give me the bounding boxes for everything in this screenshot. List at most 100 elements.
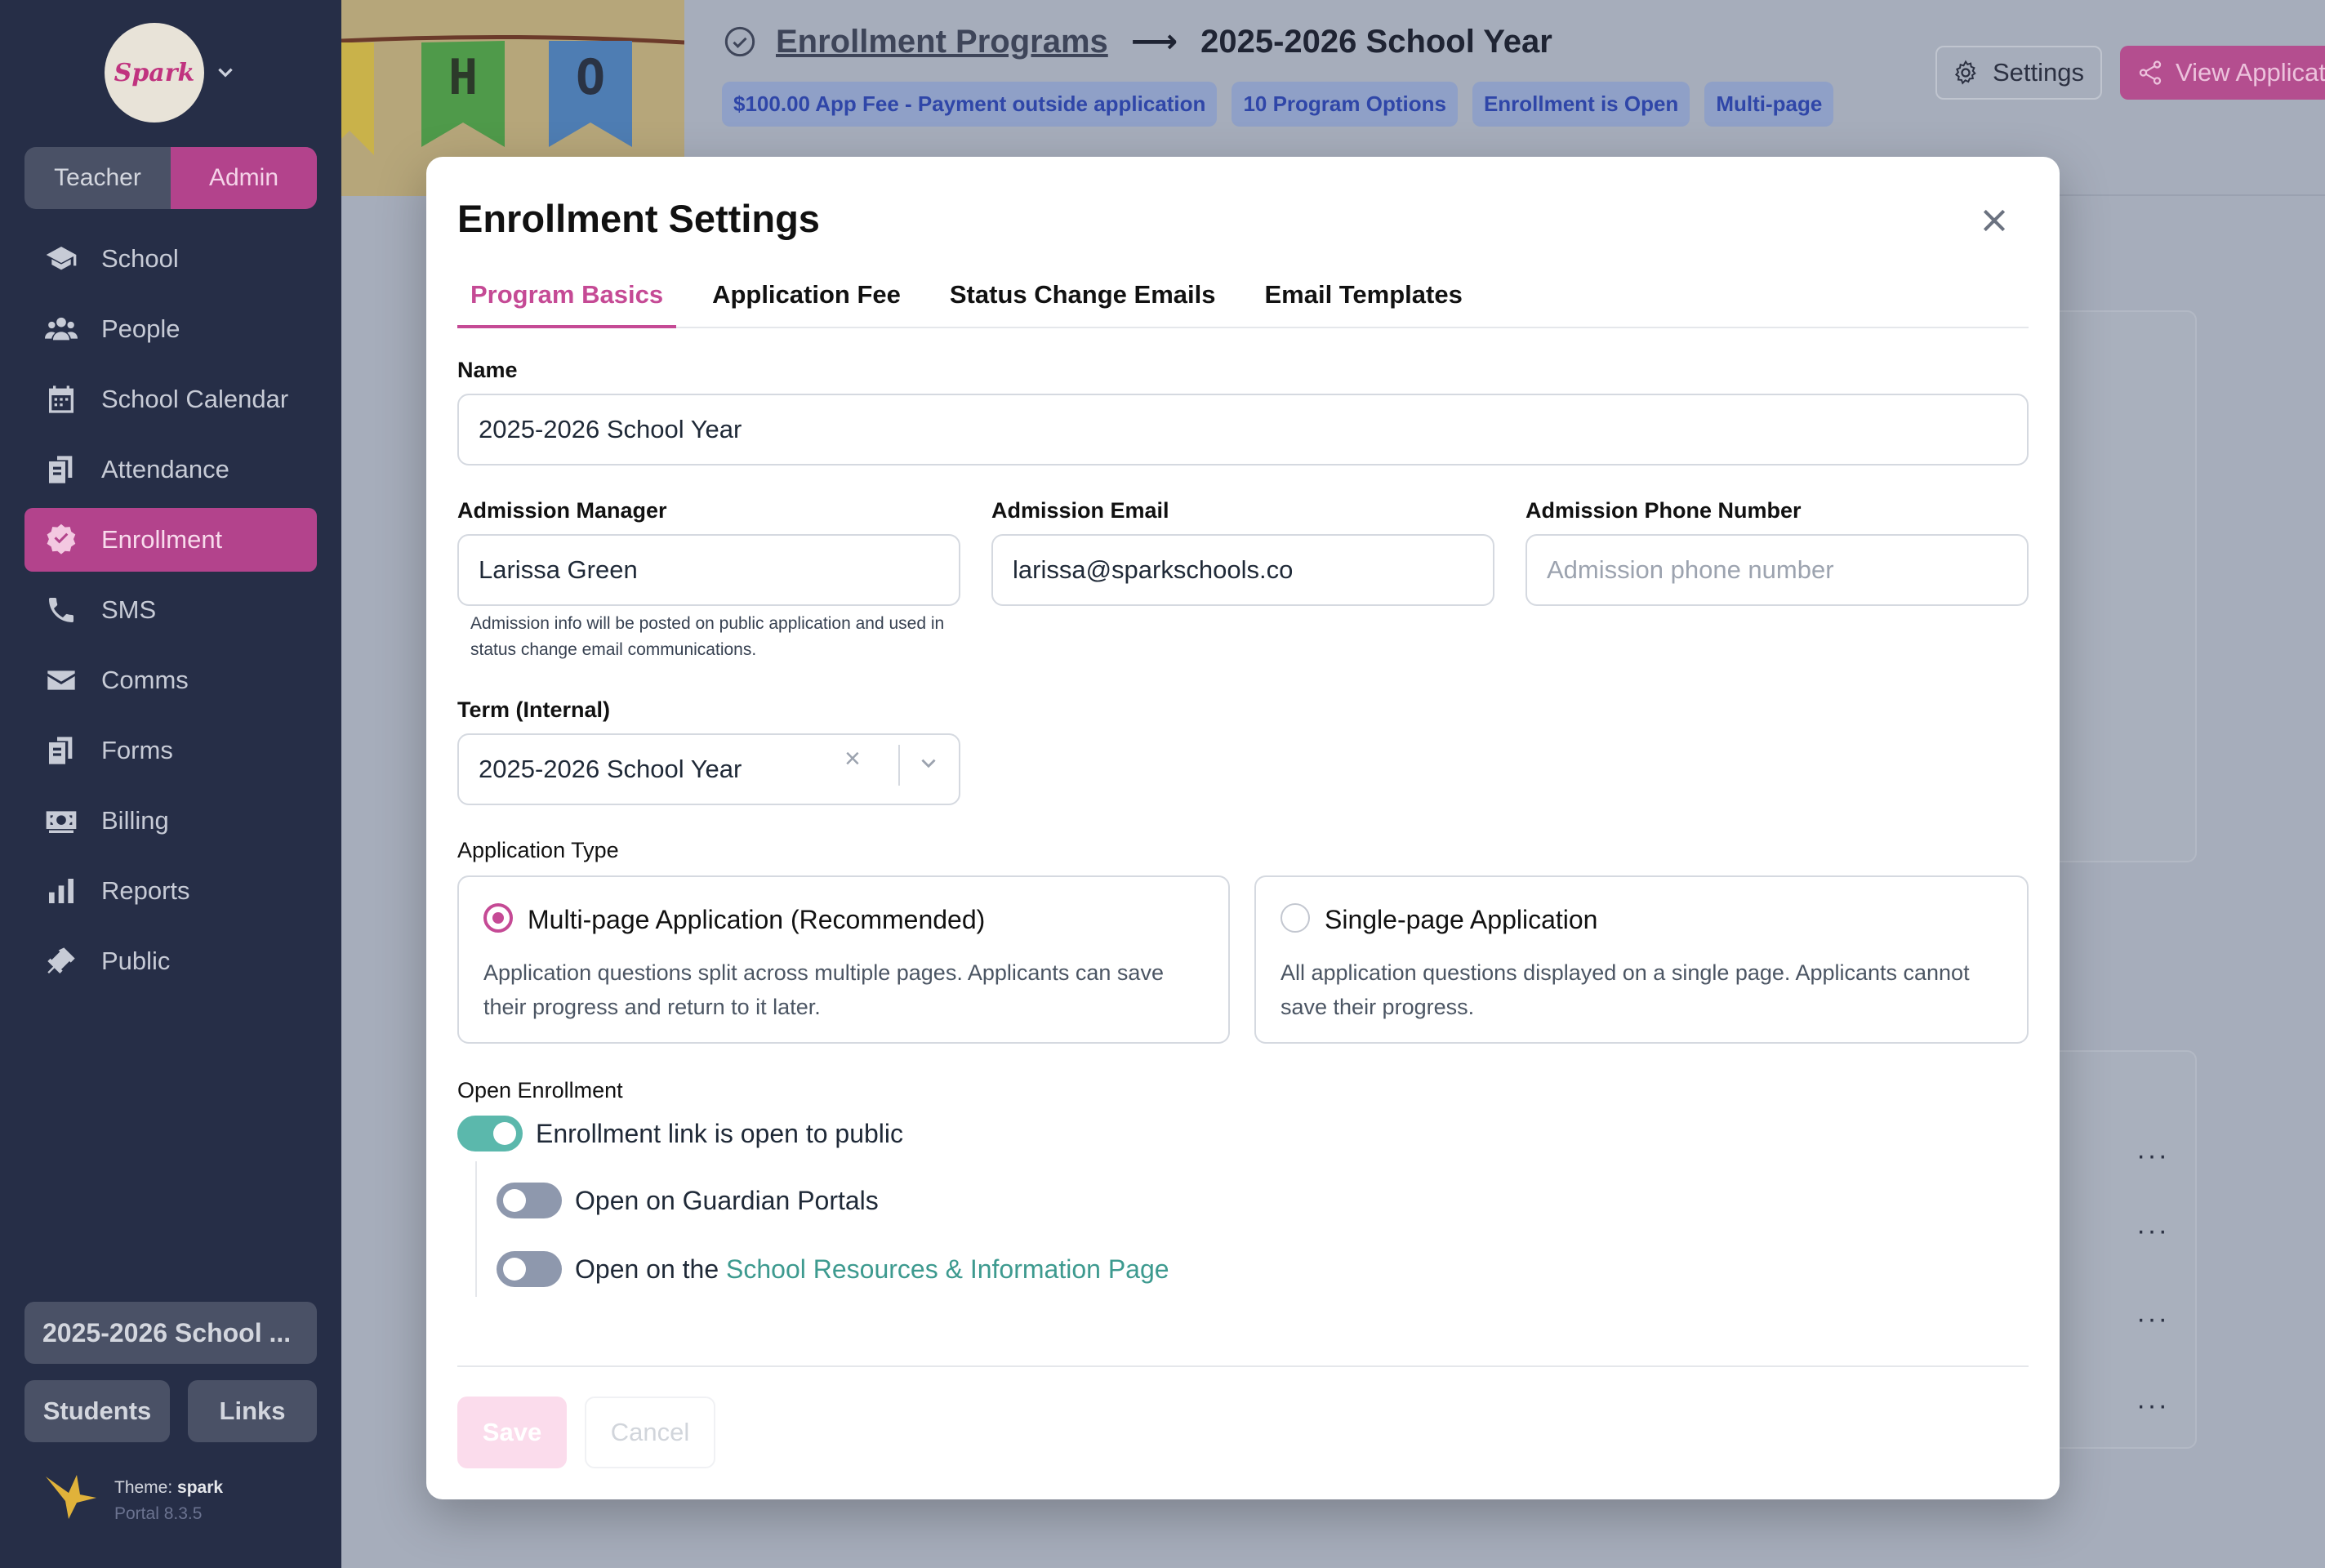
sidebar-item-comms[interactable]: Comms [24, 648, 317, 712]
sidebar-item-attendance[interactable]: Attendance [24, 438, 317, 501]
multi-page-radio[interactable] [483, 903, 513, 933]
sidebar-item-school[interactable]: School [24, 227, 317, 291]
banner-letter-h: H [448, 49, 478, 106]
single-page-title: Single-page Application [1325, 905, 1598, 934]
attendance-icon [44, 452, 78, 487]
admission-phone-label: Admission Phone Number [1526, 498, 1802, 523]
money-icon [44, 804, 78, 838]
sidebar-item-label: People [101, 314, 180, 343]
sidebar-item-public[interactable]: Public [24, 929, 317, 993]
school-icon [44, 242, 78, 276]
admission-email-input[interactable]: larissa@sparkschools.co [991, 534, 1494, 606]
settings-label: Settings [1993, 58, 2085, 87]
multi-page-title: Multi-page Application (Recommended) [528, 905, 986, 934]
modal-tabs: Program Basics Application Fee Status Ch… [457, 278, 2029, 328]
links-button[interactable]: Links [188, 1380, 317, 1442]
save-button[interactable]: Save [457, 1396, 567, 1468]
admission-phone-input[interactable]: Admission phone number [1526, 534, 2029, 606]
badge-application-type: Multi-page [1704, 82, 1834, 127]
sidebar-item-label: School [101, 244, 179, 273]
row-menu-icon[interactable]: ··· [2136, 1140, 2169, 1172]
school-logo[interactable]: Spark [105, 23, 204, 122]
admission-manager-label: Admission Manager [457, 498, 667, 523]
row-menu-icon[interactable]: ··· [2136, 1215, 2169, 1247]
close-icon[interactable] [1978, 204, 2011, 237]
program-badges: $100.00 App Fee - Payment outside applic… [722, 82, 1848, 127]
name-label: Name [457, 358, 518, 382]
envelope-icon [44, 663, 78, 697]
sidebar-item-label: School Calendar [101, 385, 289, 413]
role-toggle: Teacher Admin [24, 147, 317, 209]
enrollment-check-icon [44, 523, 78, 557]
admission-help-text: Admission info will be posted on public … [470, 614, 945, 659]
public-megaphone-icon [44, 944, 78, 978]
guardian-portal-toggle[interactable] [497, 1183, 562, 1218]
row-menu-icon[interactable]: ··· [2136, 1303, 2169, 1335]
multi-page-option[interactable]: Multi-page Application (Recommended) App… [457, 875, 1230, 1044]
badge-enrollment-status: Enrollment is Open [1472, 82, 1690, 127]
sidebar-item-label: Comms [101, 666, 189, 694]
row-menu-icon[interactable]: ··· [2136, 1390, 2169, 1422]
sidebar-item-sms[interactable]: SMS [24, 578, 317, 642]
role-teacher-button[interactable]: Teacher [24, 147, 171, 209]
public-link-toggle[interactable] [457, 1116, 523, 1152]
sidebar-item-label: SMS [101, 595, 157, 624]
clear-selection-icon[interactable]: × [844, 743, 861, 775]
resources-page-toggle-label: Open on the School Resources & Informati… [575, 1254, 1169, 1285]
tab-status-change-emails[interactable]: Status Change Emails [937, 278, 1229, 328]
name-input[interactable]: 2025-2026 School Year [457, 394, 2029, 466]
resources-label-prefix: Open on the [575, 1254, 727, 1284]
sidebar-item-label: Attendance [101, 455, 229, 483]
single-page-option[interactable]: Single-page Application All application … [1254, 875, 2029, 1044]
phone-icon [44, 593, 78, 627]
toggle-knob [503, 1189, 526, 1212]
sidebar-item-forms[interactable]: Forms [24, 719, 317, 782]
breadcrumb: Enrollment Programs ⟶ 2025-2026 School Y… [724, 23, 1552, 60]
logo-text: Spark [114, 58, 195, 87]
chevron-down-icon[interactable] [918, 753, 939, 774]
term-label: Term (Internal) [457, 697, 611, 722]
enrollment-settings-modal: Enrollment Settings Program Basics Appli… [426, 157, 2060, 1499]
sidebar: Spark Teacher Admin School People School… [0, 0, 341, 1568]
single-page-description: All application questions displayed on a… [1281, 960, 1970, 1019]
sidebar-item-label: Enrollment [101, 525, 223, 554]
role-admin-button[interactable]: Admin [171, 147, 317, 209]
school-resources-link[interactable]: School Resources & Information Page [726, 1254, 1169, 1284]
public-link-toggle-label: Enrollment link is open to public [536, 1119, 904, 1148]
admission-email-label: Admission Email [991, 498, 1169, 523]
view-application-button[interactable]: View Application [2120, 46, 2325, 100]
sidebar-nav: School People School Calendar Attendance… [24, 227, 317, 1000]
term-select-value: 2025-2026 School Year [479, 755, 742, 783]
sidebar-item-label: Forms [101, 736, 173, 764]
multi-page-description: Application questions split across multi… [483, 960, 1164, 1019]
theme-info: Theme: spark Portal 8.3.5 [114, 1475, 223, 1527]
students-button[interactable]: Students [24, 1380, 170, 1442]
toggle-knob [493, 1122, 516, 1145]
admission-manager-input[interactable]: Larissa Green [457, 534, 960, 606]
term-select[interactable]: 2025-2026 School Year [457, 733, 960, 805]
cancel-button[interactable]: Cancel [585, 1396, 715, 1468]
header-settings-button[interactable]: Settings [1935, 46, 2102, 100]
term-selector-button[interactable]: 2025-2026 School ... [24, 1302, 317, 1364]
tab-application-fee[interactable]: Application Fee [699, 278, 914, 328]
single-page-radio[interactable] [1281, 903, 1310, 933]
sidebar-item-enrollment[interactable]: Enrollment [24, 508, 317, 572]
sidebar-item-billing[interactable]: Billing [24, 789, 317, 853]
sidebar-item-people[interactable]: People [24, 297, 317, 361]
portal-version: Portal 8.3.5 [114, 1504, 203, 1523]
tab-email-templates[interactable]: Email Templates [1251, 278, 1475, 328]
resources-page-toggle[interactable] [497, 1251, 562, 1287]
select-divider [898, 745, 900, 786]
sidebar-item-school-calendar[interactable]: School Calendar [24, 368, 317, 431]
sidebar-item-reports[interactable]: Reports [24, 859, 317, 923]
toggle-knob [503, 1258, 526, 1281]
sidebar-item-label: Billing [101, 806, 169, 835]
tab-program-basics[interactable]: Program Basics [457, 278, 677, 328]
theme-name: spark [177, 1478, 224, 1497]
breadcrumb-enrollment-programs-link[interactable]: Enrollment Programs [776, 24, 1108, 60]
modal-title: Enrollment Settings [457, 197, 820, 240]
modal-footer-divider [457, 1365, 2029, 1367]
share-icon [2139, 60, 2162, 85]
chevron-down-icon[interactable] [215, 62, 236, 83]
spark-theme-logo-icon [46, 1475, 96, 1519]
